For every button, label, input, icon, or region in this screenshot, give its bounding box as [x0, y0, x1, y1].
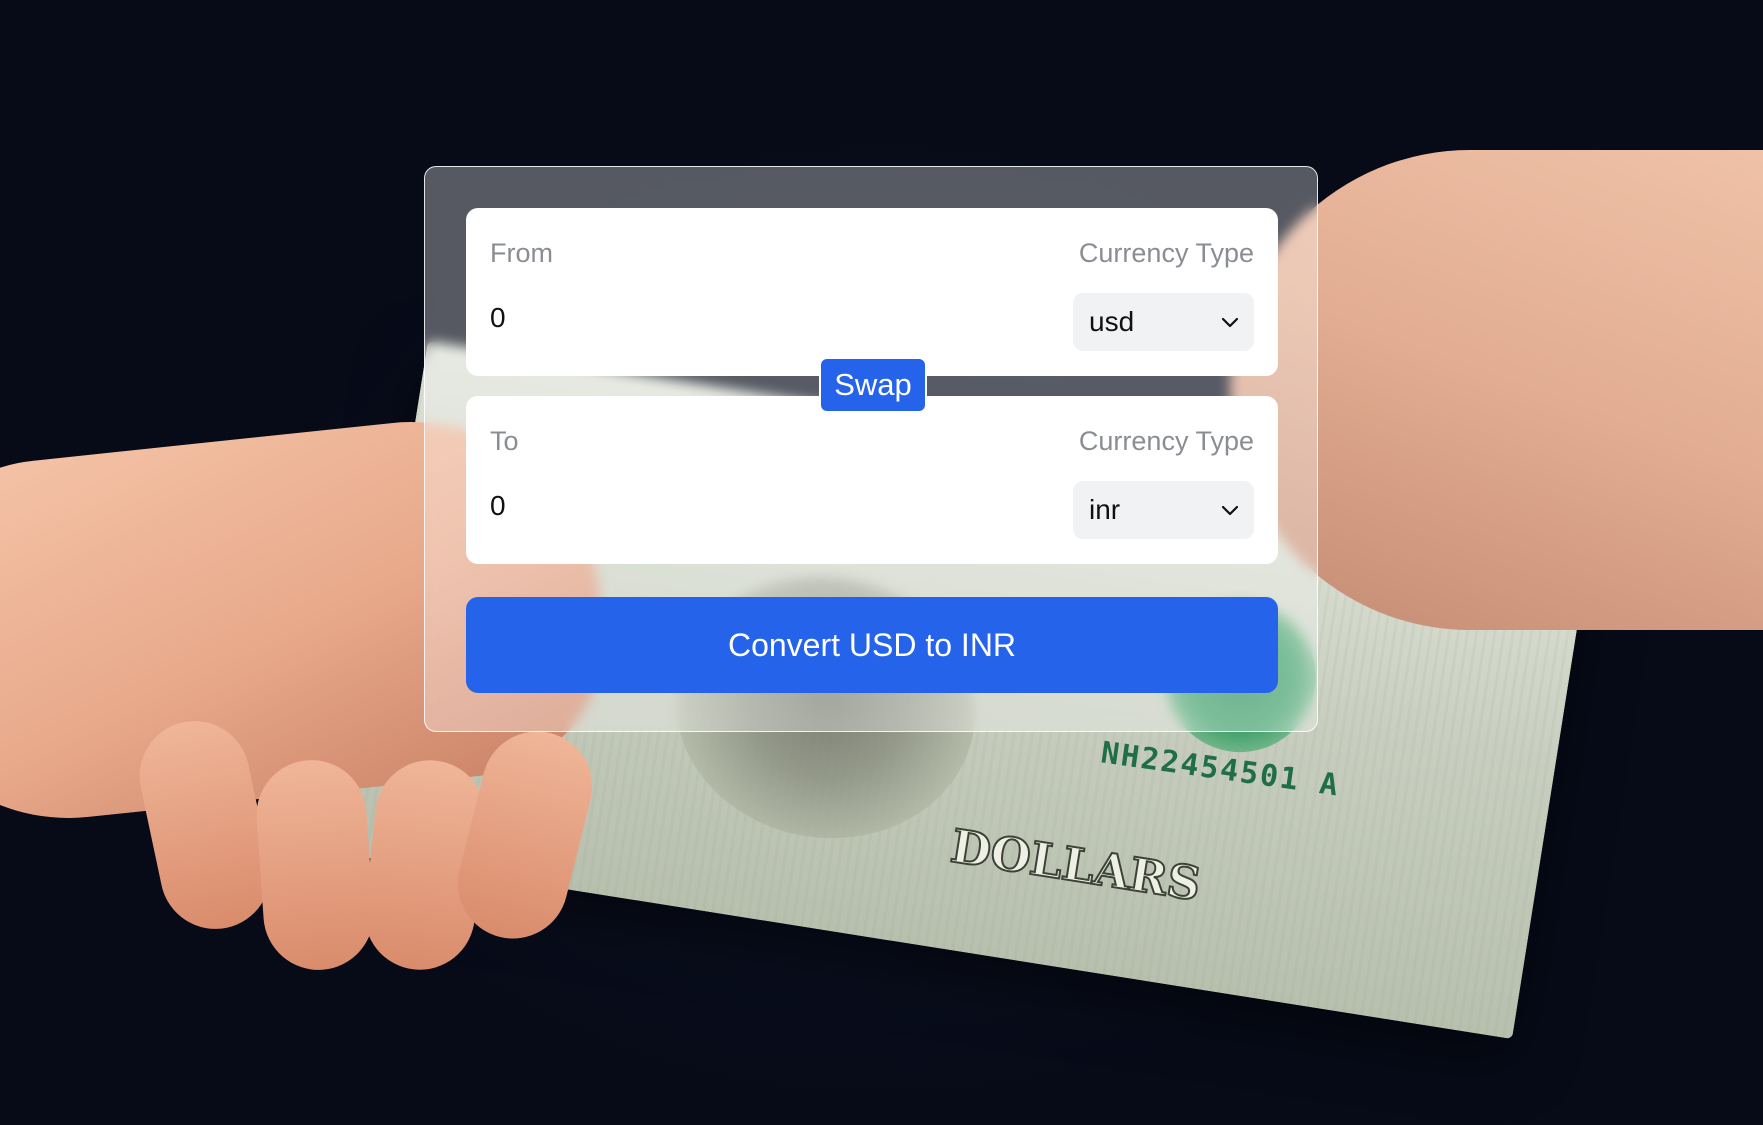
to-currency-value: inr	[1089, 494, 1121, 525]
finger-2	[252, 756, 378, 974]
converter-card: From Currency Type usd Swap To Currency …	[424, 166, 1318, 732]
from-currency-value: usd	[1089, 306, 1135, 337]
to-currency-select[interactable]: inr	[1073, 481, 1254, 539]
swap-button[interactable]: Swap	[819, 357, 927, 413]
from-panel: From Currency Type usd	[466, 208, 1278, 376]
to-panel: To Currency Type inr	[466, 396, 1278, 564]
convert-button[interactable]: Convert USD to INR	[466, 597, 1278, 693]
from-currency-select[interactable]: usd	[1073, 293, 1254, 351]
from-currency-type-label: Currency Type	[1078, 238, 1254, 268]
to-currency-type-label: Currency Type	[1078, 426, 1254, 456]
chevron-down-icon	[1221, 317, 1239, 328]
from-label: From	[490, 238, 553, 268]
from-amount-input[interactable]	[490, 298, 990, 338]
chevron-down-icon	[1221, 505, 1239, 516]
to-label: To	[490, 426, 519, 456]
to-amount-input[interactable]	[490, 486, 990, 526]
